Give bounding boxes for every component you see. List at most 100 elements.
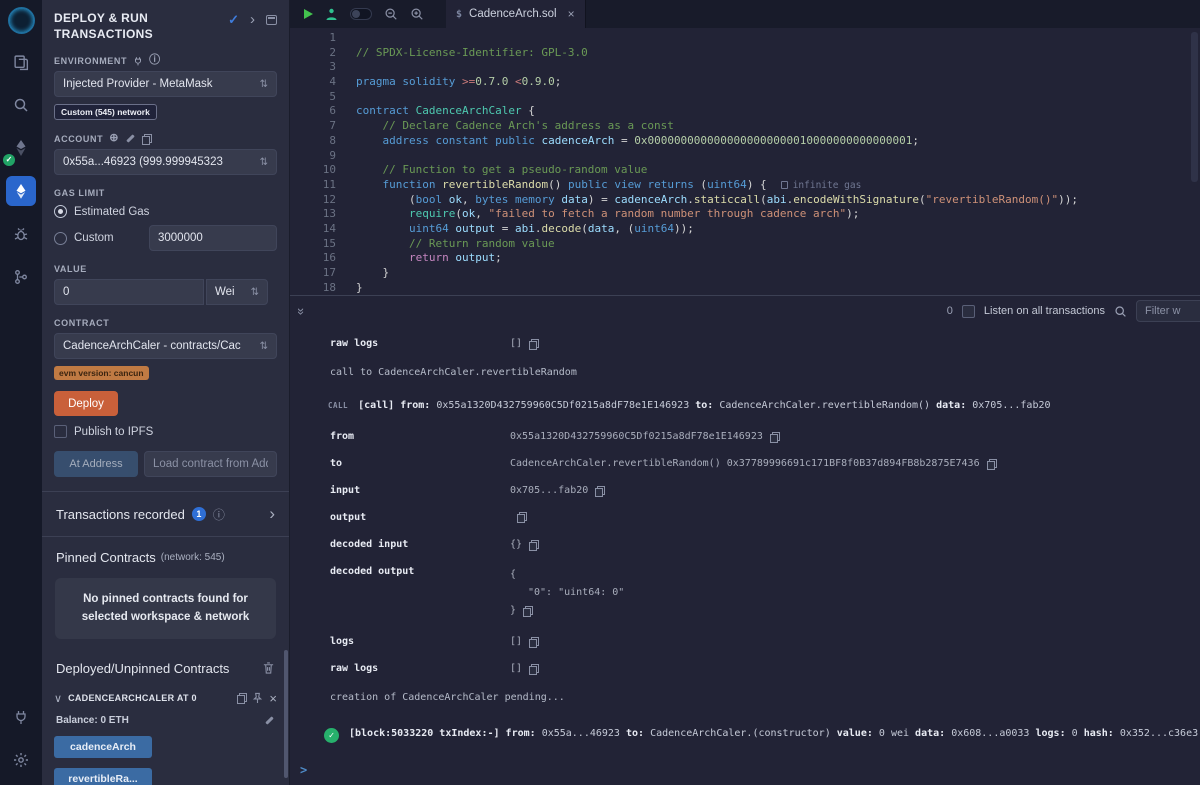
custom-gas-input[interactable] [149,225,277,251]
chevron-down-icon[interactable]: ∨ [54,692,62,705]
listen-all-checkbox[interactable] [962,305,975,318]
log-row-logs: logs [] [290,628,1200,655]
terminal: » 0 Listen on all transactions raw logs … [290,295,1200,785]
solidity-compiler-icon[interactable]: ✓ [6,133,36,163]
log-row-decoded-output: decoded output { "0": "uint64: 0" } [290,558,1200,628]
terminal-prompt[interactable]: > [290,759,1200,785]
remix-logo-icon[interactable] [8,7,35,34]
git-icon[interactable] [6,262,36,292]
tab-cadencearch-sol[interactable]: $ CadenceArch.sol × [446,0,586,28]
info-icon[interactable]: ⓘ [149,55,161,66]
chevron-right-icon[interactable]: › [250,15,255,25]
add-account-icon[interactable]: ⊕ [109,133,119,144]
editor-tabbar: $ CadenceArch.sol × [290,0,1200,28]
zoom-in-icon[interactable] [410,7,424,21]
log-row-input: input 0x705...fab20 [290,477,1200,504]
log-row-from: from 0x55a1320D432759960C5Df0215a8dF78e1… [290,423,1200,450]
assistant-icon[interactable] [325,8,338,21]
editor-scrollbar[interactable] [1191,32,1198,182]
call-summary-row[interactable]: CALL [call] from: 0x55a1320D432759960C5D… [290,387,1200,423]
copy-icon[interactable] [595,486,604,496]
contract-label: CONTRACT [54,318,109,328]
copy-icon[interactable] [987,459,996,469]
environment-select[interactable]: Injected Provider - MetaMask ⇅ [54,71,277,97]
remix-app: ✓ DEPLOY & RUN TRANSACTIONS ✓ › [0,0,1200,785]
custom-gas-radio[interactable] [54,232,67,245]
cadencearch-function-button[interactable]: cadenceArch [54,736,152,758]
plugin-manager-icon[interactable] [6,702,36,732]
pinned-network-label: (network: 545) [161,552,225,563]
transactions-recorded-label: Transactions recorded [56,507,185,522]
trash-icon[interactable] [262,661,275,675]
copilot-toggle[interactable] [350,8,372,20]
custom-gas-label: Custom [74,232,114,244]
evm-version-badge: evm version: cancun [54,366,149,380]
publish-ipfs-label: Publish to IPFS [74,426,153,438]
open-window-icon[interactable] [266,15,277,25]
log-row-decoded-input: decoded input {} [290,531,1200,558]
deploy-button[interactable]: Deploy [54,391,118,416]
log-row-output: output [290,504,1200,531]
panel-title: DEPLOY & RUN TRANSACTIONS [54,10,204,42]
pin-icon[interactable] [252,692,263,704]
copy-account-icon[interactable] [142,134,151,144]
estimated-gas-radio[interactable] [54,205,67,218]
copy-icon[interactable] [770,432,779,442]
copy-icon[interactable] [517,512,526,522]
terminal-filter-input[interactable] [1136,300,1200,322]
value-unit-select[interactable]: Wei ⇅ [206,279,268,305]
network-badge: Custom (545) network [54,104,157,120]
pending-count: 0 [947,305,953,317]
account-select[interactable]: 0x55a...46923 (999.999945323 ⇅ [54,149,277,175]
copy-icon[interactable] [523,606,532,616]
contract-select[interactable]: CadenceArchCaler - contracts/Cac ⇅ [54,333,277,359]
terminal-search-icon[interactable] [1114,305,1127,318]
success-check-icon: ✓ [324,728,339,743]
zoom-out-icon[interactable] [384,7,398,21]
copy-contract-icon[interactable] [237,693,246,703]
close-tab-icon[interactable]: × [568,7,575,21]
block-summary-row[interactable]: ✓ [block:5033220 txIndex:-] from: 0x55a.… [290,712,1200,753]
compile-success-badge: ✓ [3,154,15,166]
edit-balance-icon[interactable] [264,715,275,726]
tab-label: CadenceArch.sol [469,8,557,20]
terminal-log: raw logs [] call to CadenceArchCaler.rev… [290,326,1200,759]
copy-icon[interactable] [529,540,538,550]
deployed-contracts-title: Deployed/Unpinned Contracts [56,661,229,676]
panel-scrollbar[interactable] [284,650,288,778]
search-icon[interactable] [6,90,36,120]
select-caret-icon: ⇅ [251,287,259,298]
copy-icon[interactable] [529,637,538,647]
revertiblerandom-function-button[interactable]: revertibleRa... [54,768,152,785]
copy-icon[interactable] [529,339,538,349]
chevron-right-icon[interactable]: › [269,504,275,524]
value-label: VALUE [54,264,87,274]
at-address-input[interactable] [144,451,277,477]
close-icon[interactable]: × [269,692,277,705]
main-area: $ CadenceArch.sol × 12345678910111213141… [290,0,1200,785]
edit-account-icon[interactable] [125,133,136,144]
file-explorer-icon[interactable] [6,47,36,77]
collapse-terminal-icon[interactable]: » [294,307,309,314]
settings-icon[interactable] [6,745,36,775]
call-header-text: call to CadenceArchCaler.revertibleRando… [290,357,1200,387]
value-input[interactable] [54,279,204,305]
creation-pending-text: creation of CadenceArchCaler pending... [290,682,1200,712]
code-editor[interactable]: 123456789101112131415161718 // SPDX-Lice… [290,28,1200,295]
deploy-run-panel: DEPLOY & RUN TRANSACTIONS ✓ › ENVIRONMEN… [42,0,290,785]
solidity-file-icon: $ [456,9,462,20]
at-address-button[interactable]: At Address [54,451,138,477]
gas-limit-label: GAS LIMIT [54,188,105,198]
check-icon[interactable]: ✓ [228,12,239,28]
copy-icon[interactable] [529,664,538,674]
log-row-raw-logs: raw logs [] [290,655,1200,682]
info-icon[interactable]: ⓘ [213,506,225,523]
terminal-toolbar: » 0 Listen on all transactions [290,296,1200,326]
debugger-icon[interactable] [6,219,36,249]
select-caret-icon: ⇅ [260,157,268,168]
select-caret-icon: ⇅ [260,341,268,352]
run-script-icon[interactable] [304,9,313,19]
account-label: ACCOUNT [54,134,103,144]
deploy-run-icon[interactable] [6,176,36,206]
publish-ipfs-checkbox[interactable] [54,425,67,438]
